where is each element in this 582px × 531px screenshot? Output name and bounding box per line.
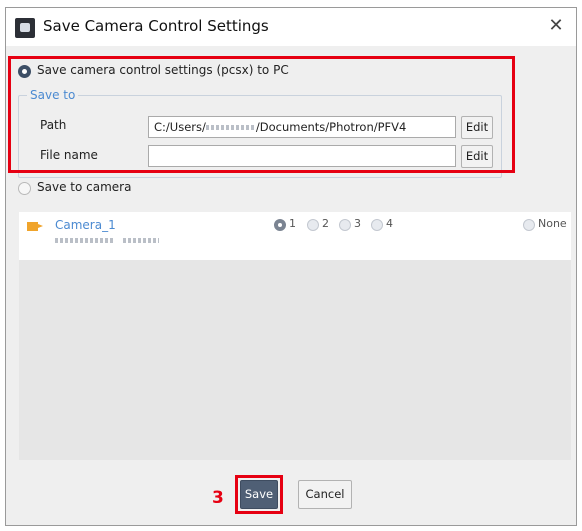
title-bar: Save Camera Control Settings ✕	[6, 8, 576, 46]
redacted-username	[205, 125, 256, 130]
filename-label: File name	[40, 148, 98, 162]
save-to-pc-label[interactable]: Save camera control settings (pcsx) to P…	[37, 63, 289, 77]
path-edit-button[interactable]: Edit	[461, 116, 493, 139]
camera-detail-redacted-2	[123, 238, 159, 243]
save-to-camera-radio[interactable]	[18, 182, 31, 195]
cancel-button[interactable]: Cancel	[298, 480, 352, 509]
camera-name: Camera_1	[55, 218, 116, 232]
camera-detail-redacted	[55, 238, 115, 243]
none-radio[interactable]	[523, 219, 535, 231]
path-label: Path	[40, 118, 67, 132]
save-to-legend: Save to	[27, 88, 79, 102]
step-marker: 3	[212, 488, 224, 508]
dialog-window: Save Camera Control Settings ✕ Save came…	[5, 7, 577, 526]
slot-4-label: 4	[386, 217, 393, 230]
filename-field[interactable]	[148, 145, 456, 167]
window-title: Save Camera Control Settings	[43, 17, 269, 35]
save-to-group: Save to Path C:/Users/ /Documents/Photron…	[18, 88, 502, 178]
camera-icon	[27, 222, 43, 231]
camera-list: Camera_1 1 2 3 4 None	[19, 212, 571, 460]
none-label: None	[538, 217, 567, 230]
path-field[interactable]: C:/Users/ /Documents/Photron/PFV4	[148, 116, 456, 138]
save-to-camera-label[interactable]: Save to camera	[37, 180, 131, 194]
path-value-prefix: C:/Users/	[154, 120, 206, 134]
slot-1-label: 1	[289, 217, 296, 230]
path-value-suffix: /Documents/Photron/PFV4	[255, 120, 407, 134]
slot-3-label: 3	[354, 217, 361, 230]
camera-row[interactable]: Camera_1 1 2 3 4 None	[19, 212, 571, 260]
filename-edit-button[interactable]: Edit	[461, 145, 493, 168]
slot-1-radio[interactable]	[274, 219, 286, 231]
slot-4-radio[interactable]	[371, 219, 383, 231]
close-icon[interactable]: ✕	[544, 14, 568, 38]
slot-2-radio[interactable]	[307, 219, 319, 231]
save-button[interactable]: Save	[240, 480, 278, 509]
slot-2-label: 2	[322, 217, 329, 230]
slot-3-radio[interactable]	[339, 219, 351, 231]
save-to-pc-radio[interactable]	[18, 65, 31, 78]
app-camera-icon	[15, 18, 35, 38]
